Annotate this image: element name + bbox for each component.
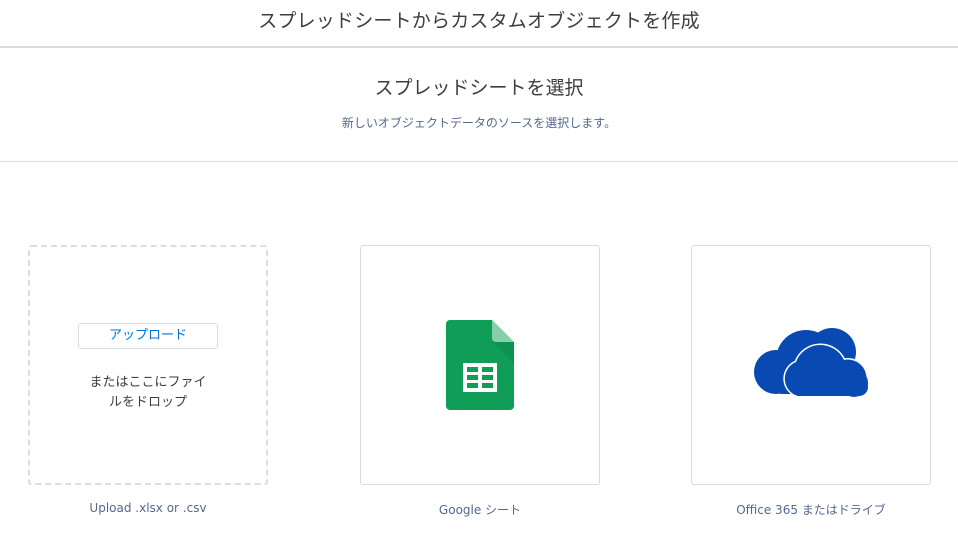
- upload-caption: Upload .xlsx or .csv: [89, 501, 207, 515]
- source-selection-header: スプレッドシートを選択 新しいオブジェクトデータのソースを選択します。: [0, 50, 958, 162]
- page-title: スプレッドシートからカスタムオブジェクトを作成: [258, 10, 700, 32]
- drop-instructions-line2: ルをドロップ: [108, 395, 187, 410]
- google-sheets-caption: Google シート: [438, 503, 522, 517]
- drop-instructions-line1: またはここにファイ: [89, 375, 207, 390]
- page-header: スプレッドシートからカスタムオブジェクトを作成: [0, 0, 958, 48]
- onedrive-cloud-icon: [752, 326, 870, 404]
- file-drop-zone[interactable]: アップロード またはここにファイ ルをドロップ: [28, 245, 268, 485]
- upload-button[interactable]: アップロード: [78, 323, 218, 349]
- section-subtitle: 新しいオブジェクトデータのソースを選択します。: [341, 116, 617, 130]
- section-title: スプレッドシートを選択: [374, 77, 584, 99]
- office365-card[interactable]: [691, 245, 931, 485]
- drop-instructions: またはここにファイ ルをドロップ: [50, 373, 246, 413]
- google-sheets-card[interactable]: [360, 245, 600, 485]
- office365-caption: Office 365 またはドライブ: [736, 503, 886, 517]
- google-sheets-icon: [446, 320, 514, 416]
